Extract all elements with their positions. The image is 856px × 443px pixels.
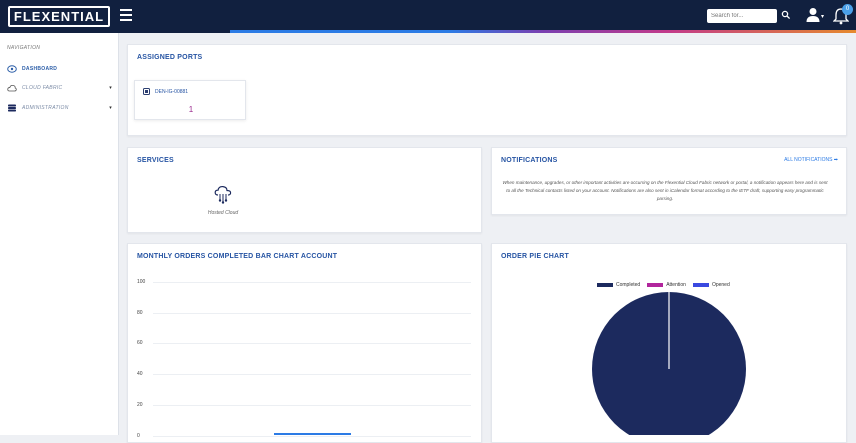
notifications-card: NOTIFICATIONS ALL NOTIFICATIONS ➡ When m… [491, 147, 847, 215]
bar-chart-title: MONTHLY ORDERS COMPLETED BAR CHART ACCOU… [137, 253, 338, 260]
y-axis-tick-label: 100 [137, 279, 146, 285]
gridline [153, 404, 471, 406]
menu-toggle-icon[interactable] [120, 9, 132, 21]
chevron-down-icon: ▾ [109, 85, 112, 91]
y-axis-tick-label: 0 [137, 432, 140, 439]
notifications-message: When maintenance, upgrades, or other imp… [502, 180, 828, 201]
legend-swatch-completed [597, 283, 613, 287]
flexential-logo[interactable]: FLEXENTIAL [8, 6, 110, 27]
sidebar-item-administration[interactable]: ADMINISTRATION ▾ [0, 101, 119, 115]
y-axis-tick-label: 80 [137, 309, 143, 316]
dashboard-icon [7, 65, 17, 73]
services-title: SERVICES [137, 157, 174, 164]
gridline [153, 343, 471, 345]
gridline [153, 282, 471, 283]
sidebar-item-cloud-fabric[interactable]: CLOUD FABRIC ▾ [0, 81, 119, 95]
pie-chart [592, 292, 746, 435]
gridline [153, 374, 471, 376]
legend-label-attention[interactable]: Attention [666, 282, 686, 288]
service-label: Hosted Cloud [207, 210, 239, 216]
y-axis-tick-label: 20 [137, 401, 143, 408]
sidebar-item-label: ADMINISTRATION [22, 105, 69, 111]
notifications-title: NOTIFICATIONS [501, 157, 558, 164]
legend-swatch-attention [647, 283, 664, 287]
legend-swatch-opened [692, 283, 709, 287]
port-name[interactable]: DEN-IG-00881 [155, 89, 188, 95]
all-notifications-link[interactable]: ALL NOTIFICATIONS ➡ [784, 157, 838, 163]
services-card: SERVICES Hosted Cloud [127, 147, 482, 233]
gridline [153, 312, 471, 314]
user-menu-caret-icon[interactable]: ▾ [821, 13, 824, 20]
search-input[interactable] [707, 9, 777, 23]
legend-label-completed[interactable]: Completed [616, 282, 640, 288]
sidebar-item-label: CLOUD FABRIC [22, 85, 63, 91]
search-icon[interactable] [781, 10, 791, 20]
service-hosted-cloud[interactable]: Hosted Cloud [198, 184, 248, 218]
port-tile[interactable]: DEN-IG-00881 1 [134, 80, 246, 120]
y-axis-tick-label: 60 [137, 340, 143, 347]
sidebar-item-dashboard[interactable]: DASHBOARD [0, 62, 119, 76]
gridline [153, 435, 471, 437]
user-icon[interactable] [806, 7, 820, 23]
cloud-icon [7, 84, 17, 92]
sidebar-item-label: DASHBOARD [22, 66, 58, 72]
header-color-stripe [230, 30, 856, 33]
port-chip-icon [143, 88, 150, 95]
notification-badge: 0 [842, 4, 853, 15]
port-count: 1 [188, 105, 194, 114]
top-navbar: FLEXENTIAL ▾ 0 [0, 0, 856, 33]
legend-label-opened[interactable]: Opened [712, 282, 730, 288]
database-icon [8, 104, 16, 112]
chevron-down-icon: ▾ [109, 105, 112, 111]
pie-chart-title: ORDER PIE CHART [501, 253, 569, 260]
assigned-ports-title: ASSIGNED PORTS [137, 54, 203, 61]
y-axis-tick-label: 40 [137, 371, 143, 378]
nav-section-label: NAVIGATION [7, 45, 41, 51]
hosted-cloud-icon [214, 185, 232, 204]
pie-legend: Completed Attention Opened [597, 282, 730, 288]
